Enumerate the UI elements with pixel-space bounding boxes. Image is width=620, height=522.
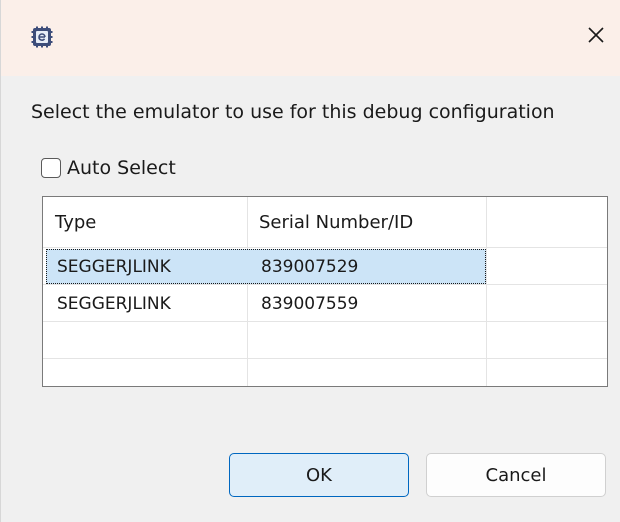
column-header-extra[interactable] [486,197,607,247]
row-serial-cell: 839007529 [261,256,359,277]
empty-table-row [43,322,607,359]
table-row[interactable]: SEGGERJLINK 839007529 [43,248,607,285]
row-type-cell: SEGGERJLINK [57,293,171,314]
dialog-prompt: Select the emulator to use for this debu… [31,101,555,123]
empty-table-row [43,359,607,386]
row-serial-cell: 839007559 [261,293,359,314]
emulator-select-dialog: Select the emulator to use for this debu… [0,0,620,522]
cancel-button[interactable]: Cancel [426,453,606,497]
title-bar [1,0,620,76]
eclipse-e2-icon [31,26,53,48]
row-type-cell: SEGGERJLINK [57,256,171,277]
checkbox-box[interactable] [41,158,61,178]
auto-select-label: Auto Select [67,157,176,179]
close-icon [587,26,605,48]
table-row[interactable]: SEGGERJLINK 839007559 [43,285,607,322]
close-button[interactable] [581,22,611,52]
emulator-table[interactable]: Type Serial Number/ID SEGGERJLINK 839007… [42,196,608,387]
column-header-type[interactable]: Type [43,197,247,247]
ok-button[interactable]: OK [229,453,409,497]
column-header-serial[interactable]: Serial Number/ID [247,197,486,247]
auto-select-checkbox[interactable]: Auto Select [41,157,176,179]
